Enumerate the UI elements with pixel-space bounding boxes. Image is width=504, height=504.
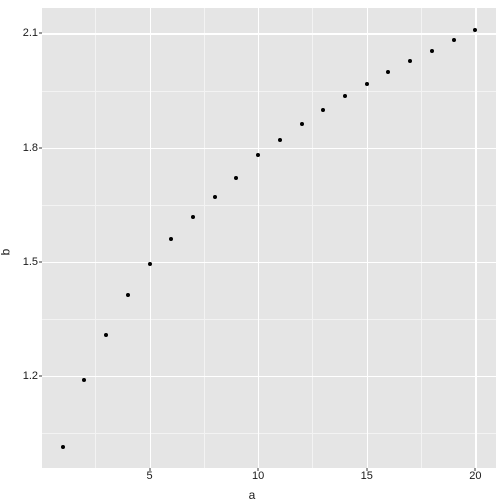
data-point <box>256 153 260 157</box>
data-point <box>278 138 282 142</box>
x-tick-mark <box>258 468 259 471</box>
data-point <box>61 445 65 449</box>
data-point <box>430 49 434 53</box>
data-point <box>148 262 152 266</box>
grid-minor-v <box>312 8 313 468</box>
x-tick-mark <box>149 468 150 471</box>
y-tick-mark <box>39 147 42 148</box>
data-point <box>452 38 456 42</box>
data-point <box>300 122 304 126</box>
y-tick-label: 2.1 <box>23 27 38 39</box>
x-tick-label: 15 <box>361 470 373 482</box>
data-point <box>321 108 325 112</box>
data-point <box>473 28 477 32</box>
grid-minor-h <box>42 319 496 320</box>
x-tick-label: 20 <box>469 470 481 482</box>
data-point <box>408 59 412 63</box>
y-tick-label: 1.5 <box>23 256 38 268</box>
data-point <box>82 378 86 382</box>
y-axis-title: b <box>0 249 12 256</box>
grid-minor-v <box>204 8 205 468</box>
plot-panel <box>42 8 496 468</box>
data-point <box>169 237 173 241</box>
x-tick-label: 10 <box>252 470 264 482</box>
grid-minor-h <box>42 433 496 434</box>
grid-major-v <box>258 8 259 468</box>
grid-major-v <box>475 8 476 468</box>
grid-major-h <box>42 376 496 377</box>
data-point <box>343 94 347 98</box>
y-tick-mark <box>39 375 42 376</box>
grid-major-h <box>42 148 496 149</box>
grid-minor-h <box>42 205 496 206</box>
y-tick-label: 1.2 <box>23 370 38 382</box>
data-point <box>386 70 390 74</box>
scatter-chart: b a 1.2 1.5 1.8 2.1 5 10 15 20 <box>0 0 504 504</box>
data-point <box>126 293 130 297</box>
grid-major-h <box>42 33 496 34</box>
y-tick-label: 1.8 <box>23 142 38 154</box>
grid-major-v <box>150 8 151 468</box>
grid-minor-v <box>421 8 422 468</box>
grid-minor-v <box>95 8 96 468</box>
grid-minor-h <box>42 91 496 92</box>
data-point <box>234 176 238 180</box>
data-point <box>365 82 369 86</box>
grid-major-v <box>367 8 368 468</box>
x-tick-mark <box>475 468 476 471</box>
y-tick-mark <box>39 261 42 262</box>
grid-major-h <box>42 262 496 263</box>
data-point <box>104 333 108 337</box>
x-axis-title: a <box>249 488 256 502</box>
data-point <box>191 215 195 219</box>
x-tick-label: 5 <box>146 470 152 482</box>
y-tick-mark <box>39 33 42 34</box>
data-point <box>213 195 217 199</box>
x-tick-mark <box>366 468 367 471</box>
